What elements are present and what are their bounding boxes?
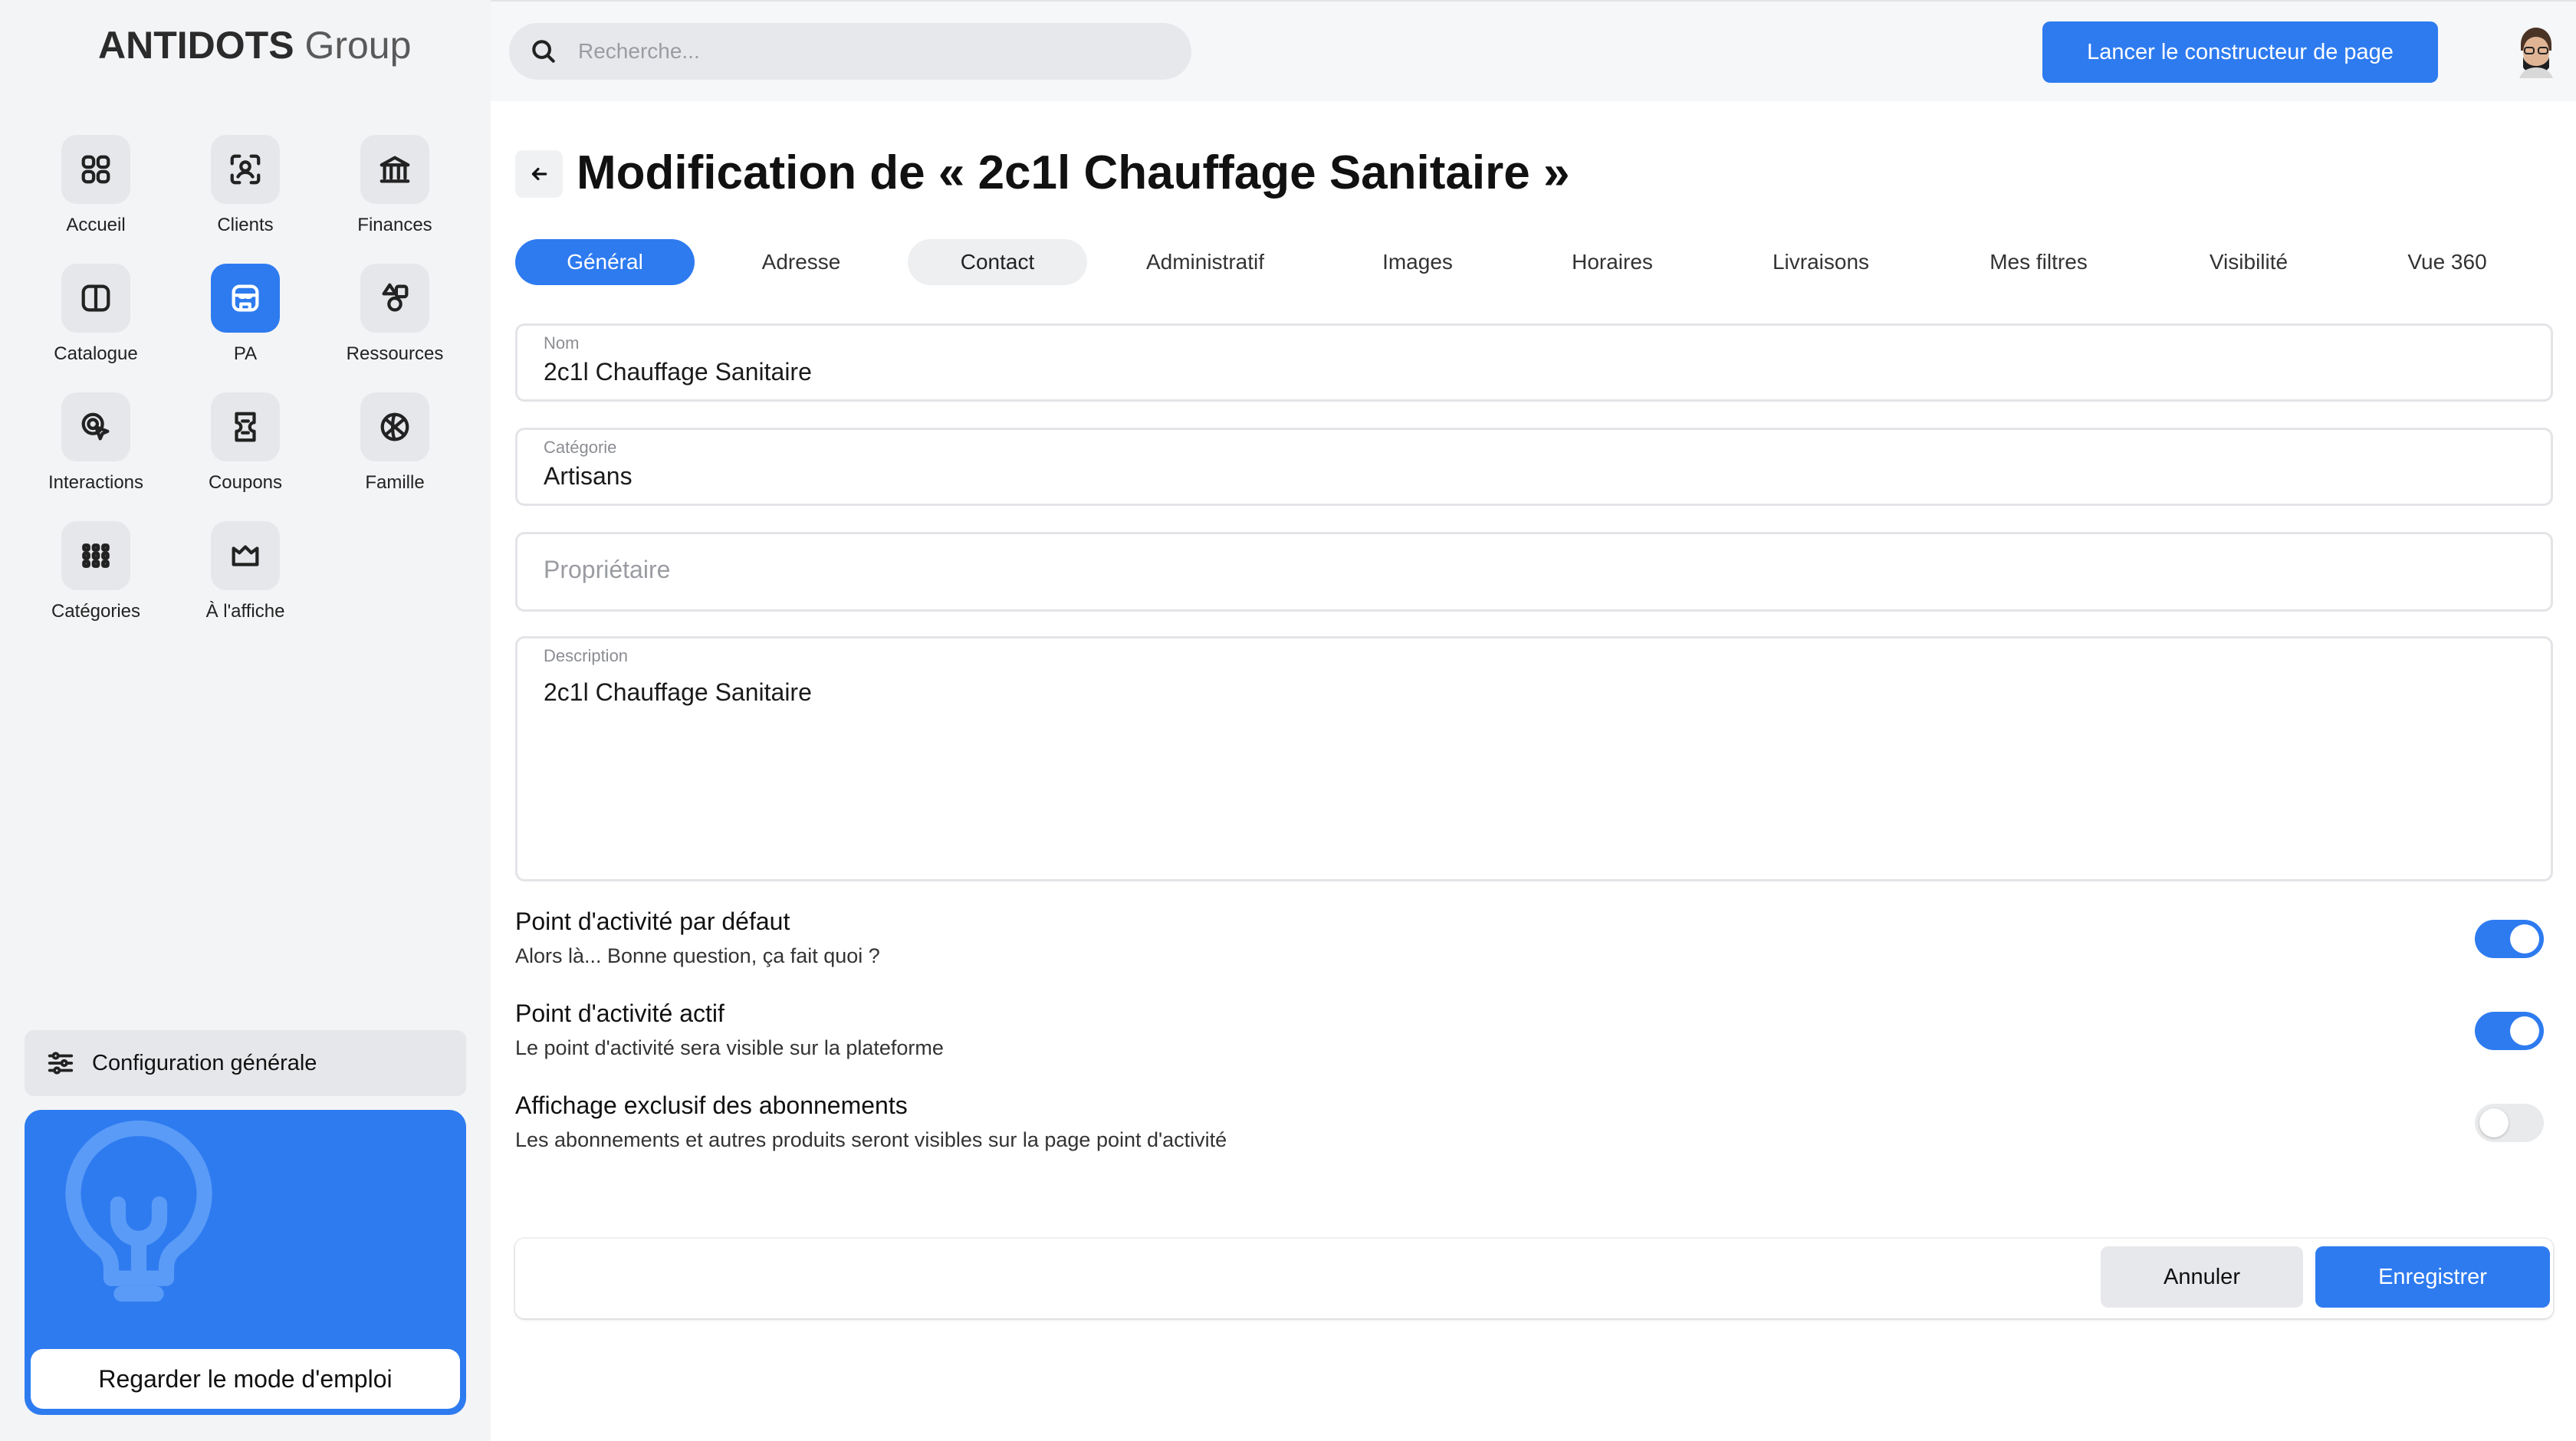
nom-field[interactable]: Nom 2c1l Chauffage Sanitaire — [515, 323, 2553, 402]
sidebar-item-famille[interactable]: Famille — [322, 392, 468, 515]
active-toggle[interactable] — [2475, 1012, 2544, 1050]
toggle-subtitle: Le point d'activité sera visible sur la … — [515, 1036, 944, 1059]
avatar[interactable] — [2513, 26, 2559, 78]
config-button[interactable]: Configuration générale — [25, 1030, 466, 1096]
proprietaire-placeholder: Propriétaire — [544, 556, 671, 583]
sidebar-item-categories[interactable]: Catégories — [23, 521, 169, 644]
tab-administratif[interactable]: Administratif — [1106, 239, 1305, 285]
ticket-icon — [211, 392, 280, 461]
sidebar-item-label: Coupons — [208, 472, 283, 493]
sidebar-item-ressources[interactable]: Ressources — [322, 264, 468, 386]
search-icon — [532, 40, 555, 63]
book-icon — [61, 264, 130, 333]
search-bar[interactable] — [509, 23, 1191, 80]
toggle-title: Point d'activité actif — [515, 1000, 724, 1027]
tab-visibilite[interactable]: Visibilité — [2159, 239, 2338, 285]
dots-grid-icon — [61, 521, 130, 590]
sidebar-item-label: Famille — [365, 472, 425, 493]
description-label: Description — [544, 646, 629, 665]
main-content: Modification de « 2c1l Chauffage Sanitai… — [491, 101, 2576, 1441]
page-builder-button[interactable]: Lancer le constructeur de page — [2042, 21, 2438, 83]
toggle-title: Point d'activité par défaut — [515, 908, 790, 935]
categorie-label: Catégorie — [544, 438, 617, 457]
basketball-icon — [360, 392, 429, 461]
toggle-knob — [2510, 1016, 2539, 1045]
toggle-knob — [2510, 924, 2539, 954]
nom-label: Nom — [544, 333, 580, 353]
categorie-value: Artisans — [544, 462, 632, 490]
search-input[interactable] — [578, 39, 1161, 64]
crown-icon — [211, 521, 280, 590]
page-title: Modification de « 2c1l Chauffage Sanitai… — [577, 146, 1570, 199]
tab-horaires[interactable]: Horaires — [1523, 239, 1702, 285]
toggle-subtitle: Les abonnements et autres produits seron… — [515, 1128, 1227, 1151]
sidebar-item-coupons[interactable]: Coupons — [172, 392, 318, 515]
arrow-left-icon — [531, 167, 547, 181]
sidebar-item-label: Interactions — [48, 472, 144, 493]
sidebar-item-a-l-affiche[interactable]: À l'affiche — [172, 521, 318, 644]
tab-mes-filtres[interactable]: Mes filtres — [1949, 239, 2128, 285]
form-actions: Annuler Enregistrer — [515, 1239, 2553, 1318]
toggle-row-subscriptions: Affichage exclusif des abonnements Les a… — [515, 1091, 2555, 1168]
sidebar-item-pa[interactable]: PA — [172, 264, 318, 386]
sliders-icon — [48, 1052, 74, 1075]
sidebar-item-accueil[interactable]: Accueil — [23, 135, 169, 258]
tab-adresse[interactable]: Adresse — [711, 239, 891, 285]
subscriptions-toggle[interactable] — [2475, 1104, 2544, 1142]
tab-images[interactable]: Images — [1328, 239, 1507, 285]
topbar: Lancer le constructeur de page — [491, 0, 2576, 101]
brand-logo[interactable]: ANTIDOTS Group — [98, 23, 411, 67]
sidebar-item-catalogue[interactable]: Catalogue — [23, 264, 169, 386]
toggle-title: Affichage exclusif des abonnements — [515, 1091, 908, 1119]
user-scan-icon — [211, 135, 280, 204]
cursor-click-icon — [61, 392, 130, 461]
default-toggle[interactable] — [2475, 920, 2544, 958]
sidebar-item-label: PA — [233, 343, 258, 364]
bank-icon — [360, 135, 429, 204]
sidebar-item-clients[interactable]: Clients — [172, 135, 318, 258]
toggle-row-active: Point d'activité actif Le point d'activi… — [515, 1000, 2555, 1076]
tab-livraisons[interactable]: Livraisons — [1731, 239, 1911, 285]
cancel-button[interactable]: Annuler — [2101, 1246, 2303, 1308]
toggle-knob — [2479, 1108, 2509, 1137]
shapes-icon — [360, 264, 429, 333]
tab-vue-360[interactable]: Vue 360 — [2358, 239, 2537, 285]
help-card: Regarder le mode d'emploi — [25, 1110, 466, 1415]
sidebar-item-label: Ressources — [346, 343, 444, 364]
tab-contact[interactable]: Contact — [908, 239, 1087, 285]
back-button[interactable] — [515, 150, 563, 198]
save-button[interactable]: Enregistrer — [2315, 1246, 2550, 1308]
toggle-row-default: Point d'activité par défaut Alors là... … — [515, 908, 2555, 984]
tab-bar: Général Adresse Contact Administratif Im… — [515, 239, 2555, 285]
store-icon — [211, 264, 280, 333]
sidebar-item-finances[interactable]: Finances — [322, 135, 468, 258]
sidebar-item-label: Finances — [357, 215, 432, 235]
sidebar-item-label: Catalogue — [54, 343, 138, 364]
config-label: Configuration générale — [92, 1050, 317, 1075]
description-value: 2c1l Chauffage Sanitaire — [544, 678, 812, 706]
nom-value: 2c1l Chauffage Sanitaire — [544, 358, 812, 386]
toggle-subtitle: Alors là... Bonne question, ça fait quoi… — [515, 944, 880, 967]
help-button[interactable]: Regarder le mode d'emploi — [31, 1349, 460, 1409]
sidebar-item-label: Clients — [217, 215, 274, 235]
description-field[interactable]: Description 2c1l Chauffage Sanitaire — [515, 636, 2553, 881]
proprietaire-field[interactable]: Propriétaire — [515, 532, 2553, 612]
sidebar-item-label: Accueil — [66, 215, 126, 235]
categorie-field[interactable]: Catégorie Artisans — [515, 428, 2553, 506]
sidebar-item-interactions[interactable]: Interactions — [23, 392, 169, 515]
tab-general[interactable]: Général — [515, 239, 695, 285]
sidebar: ANTIDOTS Group Accueil Clients Finances … — [0, 0, 491, 1441]
grid-icon — [61, 135, 130, 204]
sidebar-item-label: À l'affiche — [205, 601, 285, 622]
sidebar-item-label: Catégories — [51, 601, 141, 622]
lightbulb-icon — [51, 1114, 227, 1321]
